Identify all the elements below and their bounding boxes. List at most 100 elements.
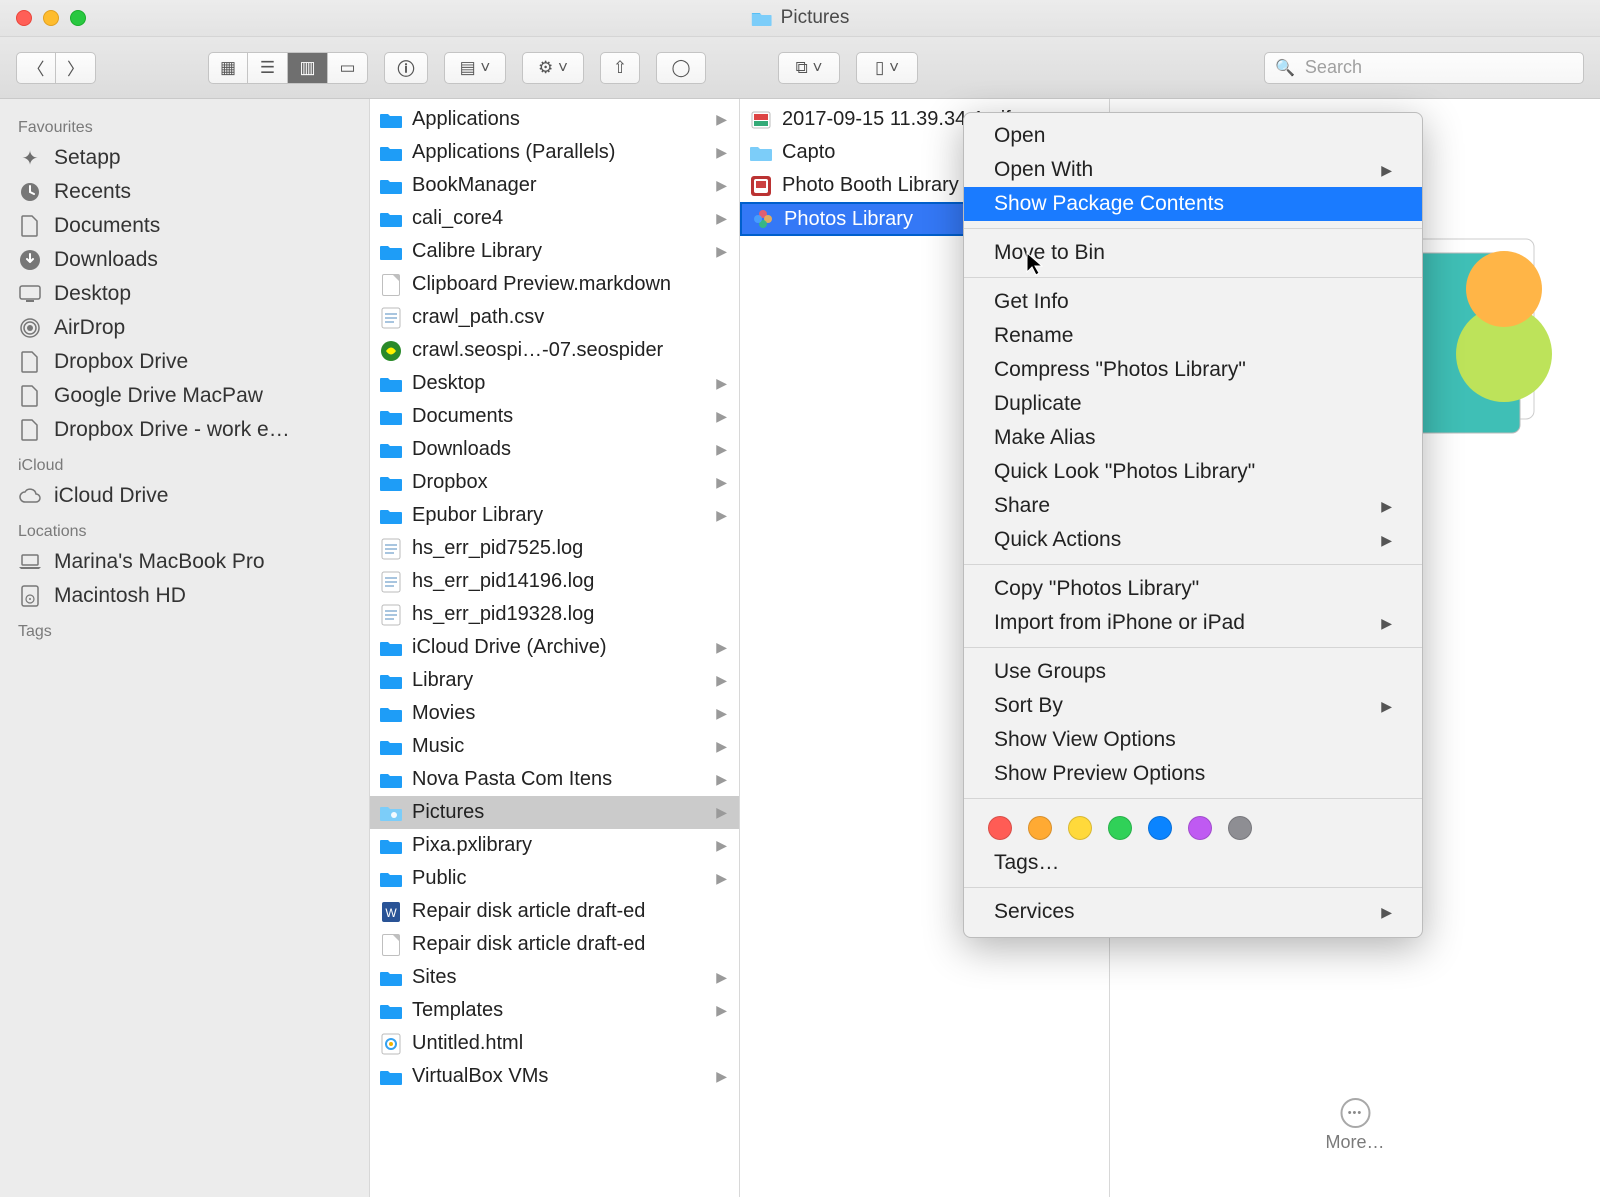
file-row[interactable]: hs_err_pid19328.log xyxy=(370,598,739,631)
sidebar-item[interactable]: ✦Setapp xyxy=(0,141,369,175)
gallery-view-button[interactable]: ▭ xyxy=(328,52,368,84)
context-menu-item-label: Sort By xyxy=(994,694,1063,718)
sidebar-item[interactable]: Google Drive MacPaw xyxy=(0,379,369,413)
forward-button[interactable]: 〉 xyxy=(56,52,96,84)
tags-button[interactable]: ◯ xyxy=(656,52,706,84)
file-row[interactable]: BookManager▶ xyxy=(370,169,739,202)
column-view-button[interactable]: ▥ xyxy=(288,52,328,84)
context-menu-item[interactable]: Show View Options xyxy=(964,723,1422,757)
context-menu-item[interactable]: Use Groups xyxy=(964,655,1422,689)
file-row[interactable]: Desktop▶ xyxy=(370,367,739,400)
file-row[interactable]: Applications (Parallels)▶ xyxy=(370,136,739,169)
file-row[interactable]: iCloud Drive (Archive)▶ xyxy=(370,631,739,664)
file-row[interactable]: Pixa.pxlibrary▶ xyxy=(370,829,739,862)
file-row[interactable]: Untitled.html xyxy=(370,1027,739,1060)
close-window-button[interactable] xyxy=(16,10,32,26)
list-view-button[interactable]: ☰ xyxy=(248,52,288,84)
arrange-button[interactable]: ▤ ˅ xyxy=(444,52,506,84)
context-menu-item[interactable]: Tags… xyxy=(964,846,1422,880)
context-menu-item[interactable]: Move to Bin xyxy=(964,236,1422,270)
context-menu-item-label: Quick Actions xyxy=(994,528,1121,552)
file-row[interactable]: crawl.seospi…-07.seospider xyxy=(370,334,739,367)
file-row[interactable]: Movies▶ xyxy=(370,697,739,730)
share-button[interactable]: ⇧ xyxy=(600,52,640,84)
info-button[interactable]: ⓘ xyxy=(384,52,428,84)
minimize-window-button[interactable] xyxy=(43,10,59,26)
dropbox-button[interactable]: ⧉ ˅ xyxy=(778,52,840,84)
context-menu-item[interactable]: Quick Look "Photos Library" xyxy=(964,455,1422,489)
context-menu-item[interactable]: Show Preview Options xyxy=(964,757,1422,791)
context-menu-item[interactable]: Sort By▶ xyxy=(964,689,1422,723)
context-menu-item[interactable]: Open With▶ xyxy=(964,153,1422,187)
sidebar-item[interactable]: Dropbox Drive xyxy=(0,345,369,379)
sidebar-item-label: Google Drive MacPaw xyxy=(54,384,263,408)
tag-color-swatch[interactable] xyxy=(1228,816,1252,840)
file-row[interactable]: Applications▶ xyxy=(370,103,739,136)
file-row[interactable]: Calibre Library▶ xyxy=(370,235,739,268)
context-menu-item[interactable]: Services▶ xyxy=(964,895,1422,929)
context-menu-item-label: Use Groups xyxy=(994,660,1106,684)
file-row[interactable]: Epubor Library▶ xyxy=(370,499,739,532)
context-menu-item[interactable]: Rename xyxy=(964,319,1422,353)
file-row[interactable]: Music▶ xyxy=(370,730,739,763)
sidebar-item[interactable]: Marina's MacBook Pro xyxy=(0,545,369,579)
sidebar-item[interactable]: iCloud Drive xyxy=(0,479,369,513)
search-field[interactable]: 🔍 xyxy=(1264,52,1584,84)
context-menu-item[interactable]: Copy "Photos Library" xyxy=(964,572,1422,606)
file-row[interactable]: Public▶ xyxy=(370,862,739,895)
file-row[interactable]: Pictures▶ xyxy=(370,796,739,829)
file-row[interactable]: Dropbox▶ xyxy=(370,466,739,499)
context-menu-item[interactable]: Show Package Contents xyxy=(964,187,1422,221)
file-row[interactable]: hs_err_pid7525.log xyxy=(370,532,739,565)
zoom-window-button[interactable] xyxy=(70,10,86,26)
file-row[interactable]: cali_core4▶ xyxy=(370,202,739,235)
file-row[interactable]: Sites▶ xyxy=(370,961,739,994)
file-row[interactable]: Documents▶ xyxy=(370,400,739,433)
file-row[interactable]: Templates▶ xyxy=(370,994,739,1027)
file-row[interactable]: hs_err_pid14196.log xyxy=(370,565,739,598)
file-row[interactable]: WRepair disk article draft-ed xyxy=(370,895,739,928)
sidebar-item[interactable]: Macintosh HD xyxy=(0,579,369,613)
context-menu-item[interactable]: Make Alias xyxy=(964,421,1422,455)
sidebar-item[interactable]: AirDrop xyxy=(0,311,369,345)
file-row[interactable]: Repair disk article draft-ed xyxy=(370,928,739,961)
doc-icon xyxy=(18,350,42,374)
sidebar-heading: Tags xyxy=(0,613,369,645)
file-row[interactable]: Library▶ xyxy=(370,664,739,697)
file-row[interactable]: Nova Pasta Com Itens▶ xyxy=(370,763,739,796)
folder-icon xyxy=(380,1000,402,1022)
tag-color-swatch[interactable] xyxy=(1108,816,1132,840)
file-row-label: Epubor Library xyxy=(412,504,706,527)
context-menu-item[interactable]: Quick Actions▶ xyxy=(964,523,1422,557)
tag-color-swatch[interactable] xyxy=(1028,816,1052,840)
more-button[interactable]: ••• More… xyxy=(1325,1098,1384,1153)
tag-color-swatch[interactable] xyxy=(1068,816,1092,840)
context-menu-item[interactable]: Share▶ xyxy=(964,489,1422,523)
file-row-label: Movies xyxy=(412,702,706,725)
context-menu-item[interactable]: Compress "Photos Library" xyxy=(964,353,1422,387)
file-row[interactable]: VirtualBox VMs▶ xyxy=(370,1060,739,1093)
sidebar-item[interactable]: Dropbox Drive - work e… xyxy=(0,413,369,447)
extra-button[interactable]: ▯ ˅ xyxy=(856,52,918,84)
sidebar-item[interactable]: Recents xyxy=(0,175,369,209)
tag-color-swatch[interactable] xyxy=(988,816,1012,840)
file-row[interactable]: Clipboard Preview.markdown xyxy=(370,268,739,301)
context-menu-item[interactable]: Import from iPhone or iPad▶ xyxy=(964,606,1422,640)
toolbar: 〈 〉 ▦ ☰ ▥ ▭ ⓘ ▤ ˅ ⚙︎ ˅ ⇧ ◯ ⧉ ˅ ▯ ˅ 🔍 xyxy=(0,37,1600,99)
tag-color-swatch[interactable] xyxy=(1148,816,1172,840)
file-row[interactable]: Downloads▶ xyxy=(370,433,739,466)
icon-view-button[interactable]: ▦ xyxy=(208,52,248,84)
sidebar-item[interactable]: Downloads xyxy=(0,243,369,277)
sidebar-item[interactable]: Documents xyxy=(0,209,369,243)
chevron-right-icon: ▶ xyxy=(716,408,727,425)
folder-icon xyxy=(380,835,402,857)
file-row[interactable]: crawl_path.csv xyxy=(370,301,739,334)
back-button[interactable]: 〈 xyxy=(16,52,56,84)
context-menu-item[interactable]: Duplicate xyxy=(964,387,1422,421)
context-menu-item[interactable]: Get Info xyxy=(964,285,1422,319)
context-menu-item[interactable]: Open xyxy=(964,119,1422,153)
sidebar-item[interactable]: Desktop xyxy=(0,277,369,311)
tag-color-swatch[interactable] xyxy=(1188,816,1212,840)
action-button[interactable]: ⚙︎ ˅ xyxy=(522,52,584,84)
search-input[interactable] xyxy=(1303,56,1573,79)
